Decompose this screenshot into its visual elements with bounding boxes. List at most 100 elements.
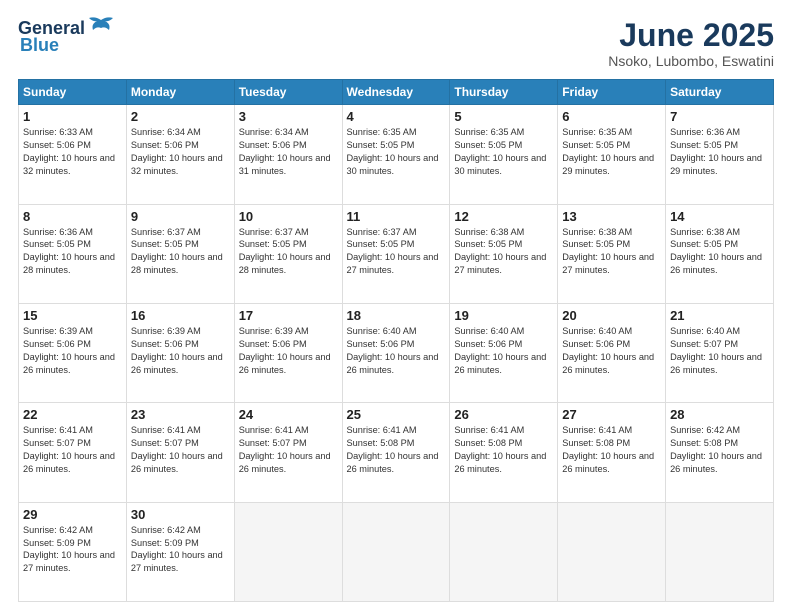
day-number: 11	[347, 209, 446, 224]
day-number: 26	[454, 407, 553, 422]
day-number: 25	[347, 407, 446, 422]
col-tuesday: Tuesday	[234, 80, 342, 105]
day-number: 17	[239, 308, 338, 323]
day-number: 27	[562, 407, 661, 422]
table-row: 2 Sunrise: 6:34 AMSunset: 5:06 PMDaylight…	[126, 105, 234, 204]
title-block: June 2025 Nsoko, Lubombo, Eswatini	[608, 18, 774, 69]
day-number: 28	[670, 407, 769, 422]
logo-blue-text: Blue	[20, 35, 59, 56]
table-row: 20 Sunrise: 6:40 AMSunset: 5:06 PMDayligh…	[558, 303, 666, 402]
col-sunday: Sunday	[19, 80, 127, 105]
table-row: 28 Sunrise: 6:42 AMSunset: 5:08 PMDayligh…	[666, 403, 774, 502]
day-number: 9	[131, 209, 230, 224]
table-row	[234, 502, 342, 601]
day-info: Sunrise: 6:40 AMSunset: 5:06 PMDaylight:…	[562, 325, 661, 377]
page: General Blue June 2025 Nsoko, Lubombo, E…	[0, 0, 792, 612]
day-info: Sunrise: 6:42 AMSunset: 5:09 PMDaylight:…	[23, 524, 122, 576]
table-row: 26 Sunrise: 6:41 AMSunset: 5:08 PMDayligh…	[450, 403, 558, 502]
day-info: Sunrise: 6:39 AMSunset: 5:06 PMDaylight:…	[131, 325, 230, 377]
day-number: 20	[562, 308, 661, 323]
day-number: 29	[23, 507, 122, 522]
day-number: 5	[454, 109, 553, 124]
calendar-week-row: 22 Sunrise: 6:41 AMSunset: 5:07 PMDayligh…	[19, 403, 774, 502]
day-info: Sunrise: 6:42 AMSunset: 5:08 PMDaylight:…	[670, 424, 769, 476]
calendar-table: Sunday Monday Tuesday Wednesday Thursday…	[18, 79, 774, 602]
calendar-header-row: Sunday Monday Tuesday Wednesday Thursday…	[19, 80, 774, 105]
day-info: Sunrise: 6:41 AMSunset: 5:07 PMDaylight:…	[131, 424, 230, 476]
day-number: 7	[670, 109, 769, 124]
day-info: Sunrise: 6:40 AMSunset: 5:07 PMDaylight:…	[670, 325, 769, 377]
header: General Blue June 2025 Nsoko, Lubombo, E…	[18, 18, 774, 69]
table-row: 13 Sunrise: 6:38 AMSunset: 5:05 PMDayligh…	[558, 204, 666, 303]
day-info: Sunrise: 6:35 AMSunset: 5:05 PMDaylight:…	[562, 126, 661, 178]
table-row: 17 Sunrise: 6:39 AMSunset: 5:06 PMDayligh…	[234, 303, 342, 402]
day-number: 12	[454, 209, 553, 224]
day-number: 30	[131, 507, 230, 522]
table-row: 19Sunrise: 6:40 AMSunset: 5:06 PMDayligh…	[450, 303, 558, 402]
table-row: 22 Sunrise: 6:41 AMSunset: 5:07 PMDayligh…	[19, 403, 127, 502]
day-number: 13	[562, 209, 661, 224]
logo: General Blue	[18, 18, 115, 56]
day-number: 8	[23, 209, 122, 224]
table-row: 23 Sunrise: 6:41 AMSunset: 5:07 PMDayligh…	[126, 403, 234, 502]
calendar-week-row: 15 Sunrise: 6:39 AMSunset: 5:06 PMDayligh…	[19, 303, 774, 402]
day-number: 15	[23, 308, 122, 323]
table-row: 18Sunrise: 6:40 AMSunset: 5:06 PMDayligh…	[342, 303, 450, 402]
day-info: Sunrise: 6:37 AMSunset: 5:05 PMDaylight:…	[131, 226, 230, 278]
table-row: 16 Sunrise: 6:39 AMSunset: 5:06 PMDayligh…	[126, 303, 234, 402]
table-row: 15 Sunrise: 6:39 AMSunset: 5:06 PMDayligh…	[19, 303, 127, 402]
day-info: Sunrise: 6:34 AMSunset: 5:06 PMDaylight:…	[239, 126, 338, 178]
day-info: Sunrise: 6:35 AMSunset: 5:05 PMDaylight:…	[347, 126, 446, 178]
day-number: 6	[562, 109, 661, 124]
day-number: 21	[670, 308, 769, 323]
table-row: 12Sunrise: 6:38 AMSunset: 5:05 PMDayligh…	[450, 204, 558, 303]
table-row: 7Sunrise: 6:36 AMSunset: 5:05 PMDaylight…	[666, 105, 774, 204]
table-row: 29 Sunrise: 6:42 AMSunset: 5:09 PMDayligh…	[19, 502, 127, 601]
table-row: 27 Sunrise: 6:41 AMSunset: 5:08 PMDayligh…	[558, 403, 666, 502]
day-info: Sunrise: 6:41 AMSunset: 5:07 PMDaylight:…	[239, 424, 338, 476]
day-info: Sunrise: 6:41 AMSunset: 5:08 PMDaylight:…	[347, 424, 446, 476]
day-info: Sunrise: 6:39 AMSunset: 5:06 PMDaylight:…	[23, 325, 122, 377]
calendar-week-row: 1Sunrise: 6:33 AMSunset: 5:06 PMDaylight…	[19, 105, 774, 204]
day-info: Sunrise: 6:38 AMSunset: 5:05 PMDaylight:…	[670, 226, 769, 278]
day-number: 10	[239, 209, 338, 224]
table-row: 3Sunrise: 6:34 AMSunset: 5:06 PMDaylight…	[234, 105, 342, 204]
table-row	[450, 502, 558, 601]
calendar-title: June 2025	[608, 18, 774, 53]
table-row: 21 Sunrise: 6:40 AMSunset: 5:07 PMDayligh…	[666, 303, 774, 402]
day-info: Sunrise: 6:41 AMSunset: 5:08 PMDaylight:…	[562, 424, 661, 476]
col-thursday: Thursday	[450, 80, 558, 105]
table-row: 1Sunrise: 6:33 AMSunset: 5:06 PMDaylight…	[19, 105, 127, 204]
day-info: Sunrise: 6:42 AMSunset: 5:09 PMDaylight:…	[131, 524, 230, 576]
day-info: Sunrise: 6:41 AMSunset: 5:08 PMDaylight:…	[454, 424, 553, 476]
table-row	[342, 502, 450, 601]
day-number: 2	[131, 109, 230, 124]
day-number: 22	[23, 407, 122, 422]
day-number: 4	[347, 109, 446, 124]
calendar-week-row: 8 Sunrise: 6:36 AMSunset: 5:05 PMDaylight…	[19, 204, 774, 303]
day-info: Sunrise: 6:33 AMSunset: 5:06 PMDaylight:…	[23, 126, 122, 178]
logo-bird-icon	[87, 16, 115, 38]
col-friday: Friday	[558, 80, 666, 105]
table-row: 5Sunrise: 6:35 AMSunset: 5:05 PMDaylight…	[450, 105, 558, 204]
table-row: 10Sunrise: 6:37 AMSunset: 5:05 PMDayligh…	[234, 204, 342, 303]
day-info: Sunrise: 6:36 AMSunset: 5:05 PMDaylight:…	[23, 226, 122, 278]
table-row	[558, 502, 666, 601]
day-info: Sunrise: 6:37 AMSunset: 5:05 PMDaylight:…	[347, 226, 446, 278]
table-row: 9 Sunrise: 6:37 AMSunset: 5:05 PMDaylight…	[126, 204, 234, 303]
table-row: 4 Sunrise: 6:35 AMSunset: 5:05 PMDaylight…	[342, 105, 450, 204]
day-number: 16	[131, 308, 230, 323]
day-info: Sunrise: 6:39 AMSunset: 5:06 PMDaylight:…	[239, 325, 338, 377]
calendar-subtitle: Nsoko, Lubombo, Eswatini	[608, 53, 774, 69]
day-info: Sunrise: 6:38 AMSunset: 5:05 PMDaylight:…	[562, 226, 661, 278]
col-saturday: Saturday	[666, 80, 774, 105]
day-number: 19	[454, 308, 553, 323]
col-wednesday: Wednesday	[342, 80, 450, 105]
col-monday: Monday	[126, 80, 234, 105]
table-row: 25 Sunrise: 6:41 AMSunset: 5:08 PMDayligh…	[342, 403, 450, 502]
table-row: 14Sunrise: 6:38 AMSunset: 5:05 PMDayligh…	[666, 204, 774, 303]
day-info: Sunrise: 6:41 AMSunset: 5:07 PMDaylight:…	[23, 424, 122, 476]
day-info: Sunrise: 6:34 AMSunset: 5:06 PMDaylight:…	[131, 126, 230, 178]
table-row: 11 Sunrise: 6:37 AMSunset: 5:05 PMDayligh…	[342, 204, 450, 303]
day-number: 23	[131, 407, 230, 422]
